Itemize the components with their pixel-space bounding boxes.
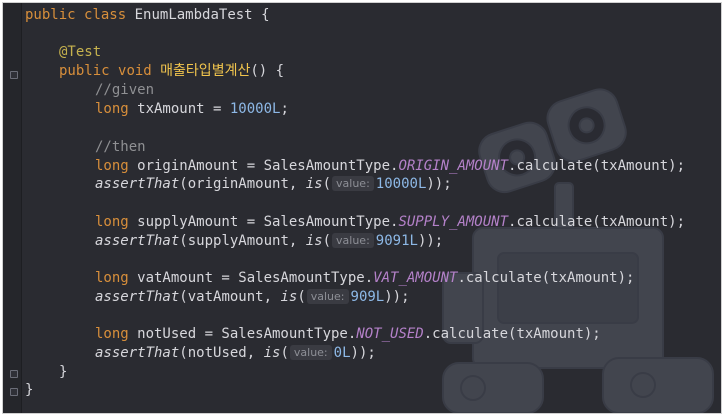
fold-marker-icon[interactable] [10,71,18,79]
code-line: @Test [59,44,102,60]
code-line: } [25,382,34,398]
fold-marker-icon[interactable] [10,388,18,396]
code-line: //given [95,82,155,98]
code-area[interactable]: public class EnumLambdaTest { @Test publ… [25,3,721,413]
parameter-hint: value: [306,289,349,304]
parameter-hint: value: [332,176,374,191]
code-editor[interactable]: public class EnumLambdaTest { @Test publ… [2,2,722,414]
code-line: assertThat(vatAmount, is(value: 909L)); [95,289,410,305]
fold-marker-icon[interactable] [10,370,18,378]
code-line: } [59,364,68,380]
parameter-hint: value: [289,345,332,360]
code-line: long originAmount = SalesAmountType.ORIG… [95,158,686,174]
code-line: assertThat(supplyAmount, is(value: 9091L)… [95,233,444,249]
code-line: long vatAmount = SalesAmountType.VAT_AMO… [95,270,635,286]
code-line: long notUsed = SalesAmountType.NOT_USED.… [95,326,601,342]
code-line: assertThat(originAmount, is(value: 10000L… [95,176,452,192]
editor-gutter [3,3,22,413]
code-line: public class EnumLambdaTest { [25,7,270,23]
code-line: long txAmount = 10000L; [95,101,289,117]
parameter-hint: value: [332,233,374,248]
code-line: assertThat(notUsed, is(value: 0L)); [95,345,376,361]
code-line: long supplyAmount = SalesAmountType.SUPP… [95,214,686,230]
code-line: //then [95,139,146,155]
code-line: public void 매출타입별계산() { [59,63,285,79]
